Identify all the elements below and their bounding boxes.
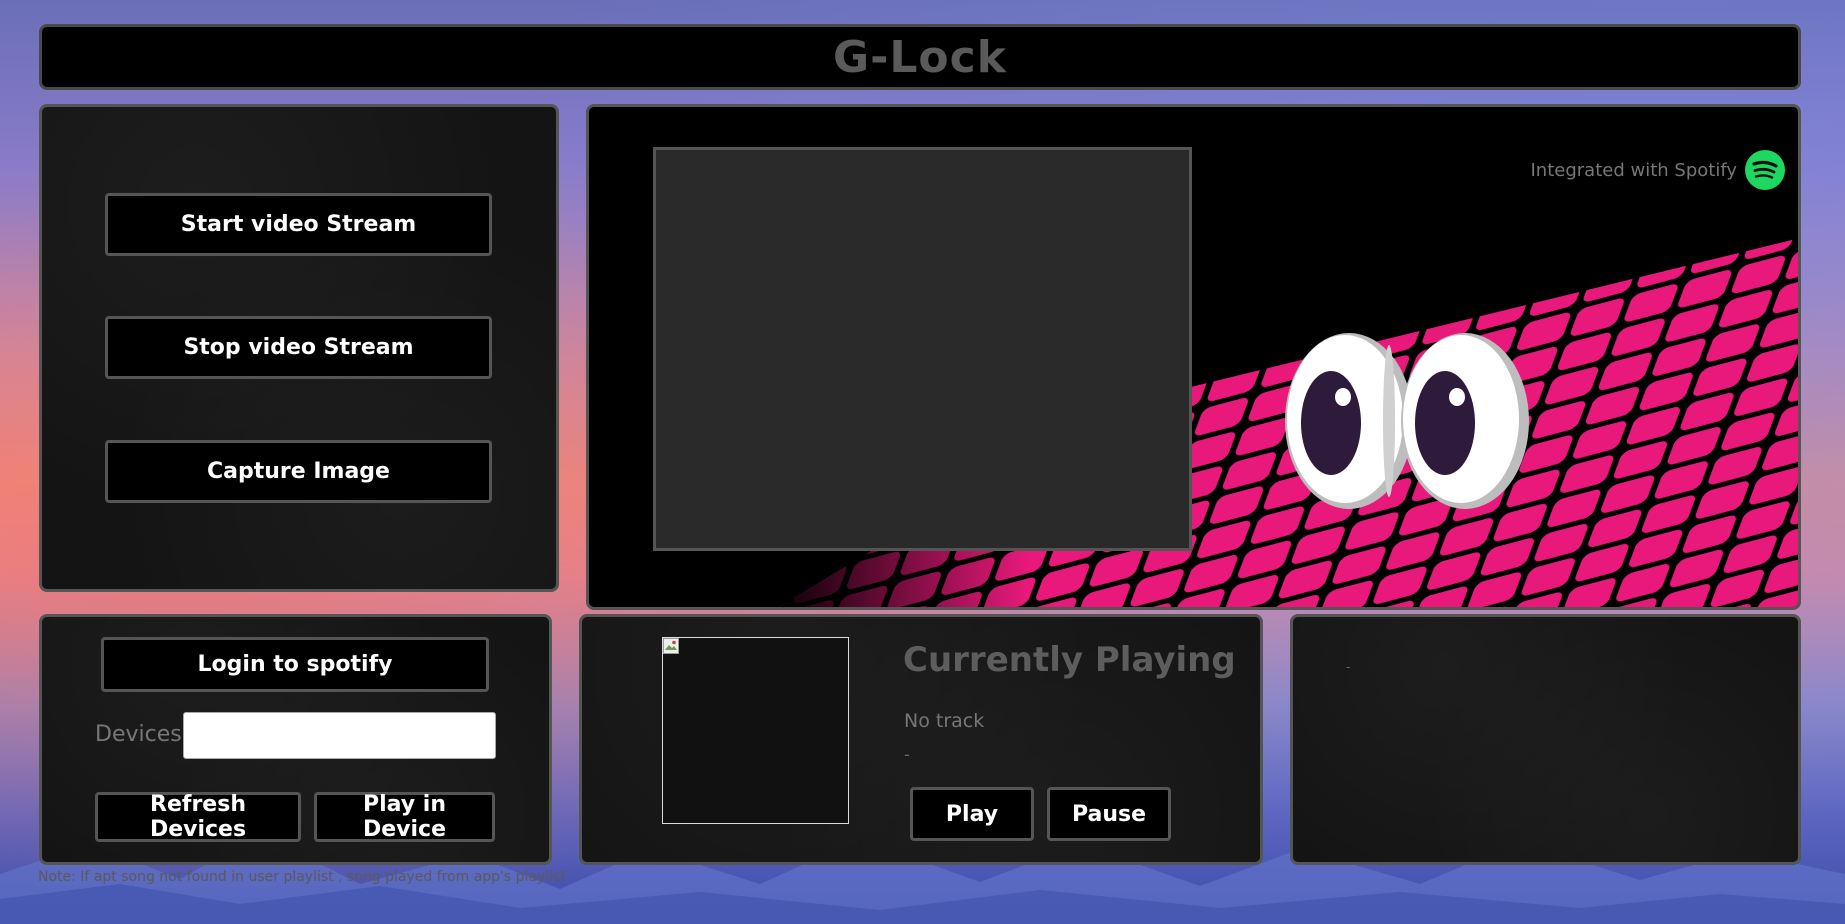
stop-video-stream-button[interactable]: Stop video Stream (105, 316, 492, 379)
video-stream-display (653, 147, 1192, 551)
play-button[interactable]: Play (910, 787, 1034, 841)
app-header: G-Lock (39, 24, 1801, 90)
pause-button[interactable]: Pause (1047, 787, 1171, 841)
track-name: No track (904, 710, 985, 732)
spotify-logo-icon (1745, 150, 1785, 190)
broken-image-icon (663, 638, 679, 654)
info-side-panel (1290, 614, 1801, 865)
artist-name: - (904, 745, 910, 764)
play-in-device-button[interactable]: Play in Device (314, 792, 495, 842)
album-art (662, 637, 849, 824)
app-title: G-Lock (833, 31, 1007, 83)
spotify-integration-text: Integrated with Spotify (1530, 159, 1738, 181)
refresh-devices-button[interactable]: Refresh Devices (95, 792, 301, 842)
side-panel-text: - (1346, 660, 1351, 674)
login-spotify-button[interactable]: Login to spotify (101, 637, 489, 692)
capture-image-button[interactable]: Capture Image (105, 440, 492, 503)
spotify-integration-note: Integrated with Spotify (1530, 150, 1785, 190)
playlist-note: Note: If apt song not found in user play… (38, 869, 571, 885)
start-video-stream-button[interactable]: Start video Stream (105, 193, 492, 256)
devices-label: Devices (95, 722, 182, 747)
devices-field[interactable] (183, 712, 496, 759)
currently-playing-heading: Currently Playing (903, 640, 1236, 680)
